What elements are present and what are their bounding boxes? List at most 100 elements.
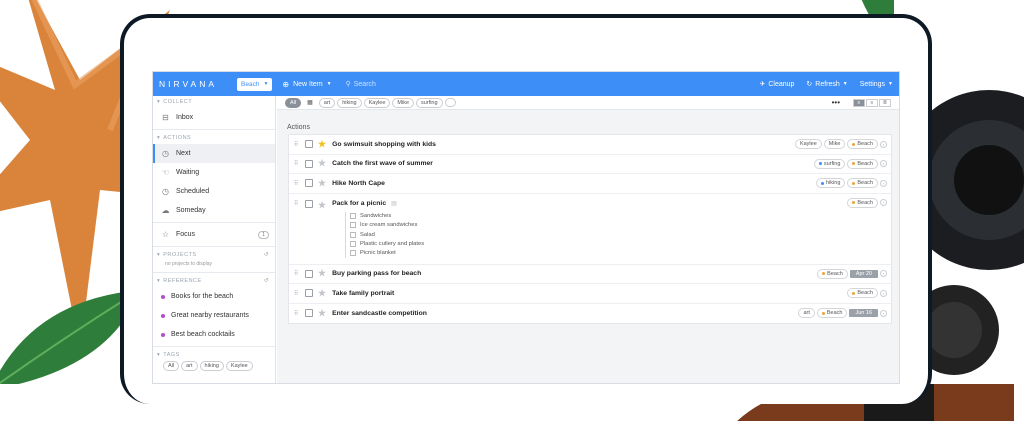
- star-icon[interactable]: ★: [318, 139, 326, 150]
- task-tag[interactable]: art: [798, 308, 815, 319]
- task-area[interactable]: Beach: [847, 139, 878, 150]
- more-options-icon[interactable]: •••: [832, 98, 840, 107]
- star-icon[interactable]: ★: [318, 200, 326, 211]
- task-area[interactable]: Beach: [847, 288, 878, 299]
- drag-handle-icon[interactable]: ⠿: [294, 290, 299, 297]
- task-row[interactable]: ⠿ ★ Buy parking pass for beach Beach Apr…: [289, 265, 891, 284]
- filter-tag[interactable]: Kaylee: [363, 97, 391, 108]
- task-tag[interactable]: hiking: [816, 178, 846, 189]
- task-area[interactable]: Beach: [817, 268, 848, 279]
- task-info-icon[interactable]: ›: [880, 289, 887, 297]
- area-selector[interactable]: Beach ▼: [237, 77, 273, 91]
- checklist-checkbox[interactable]: [350, 241, 356, 248]
- checklist-checkbox[interactable]: [350, 250, 356, 257]
- sidebar-item-someday[interactable]: ☁ Someday: [153, 201, 275, 220]
- filter-tag[interactable]: art: [318, 97, 336, 108]
- star-icon[interactable]: ★: [318, 308, 326, 319]
- task-info-icon[interactable]: ›: [880, 179, 887, 187]
- reload-icon[interactable]: ↺: [264, 252, 269, 258]
- sidebar-tag[interactable]: hiking: [199, 361, 224, 371]
- drag-handle-icon[interactable]: ⠿: [294, 310, 299, 317]
- view-list-button[interactable]: ≡: [853, 98, 865, 107]
- view-expanded-button[interactable]: ≣: [879, 98, 891, 107]
- task-row[interactable]: ⠿ ★ Enter sandcastle competition art Bea…: [289, 304, 891, 324]
- filter-all[interactable]: All: [285, 97, 302, 108]
- task-checkbox[interactable]: [305, 179, 313, 188]
- view-compact-button[interactable]: ≡: [866, 98, 878, 107]
- task-tag[interactable]: Mike: [823, 139, 846, 150]
- section-header-reference[interactable]: ▾ REFERENCE ↺: [153, 275, 275, 287]
- section-header-collect[interactable]: ▾ COLLECT: [153, 96, 275, 108]
- settings-button[interactable]: Settings ▼: [860, 81, 893, 88]
- task-checkbox[interactable]: [305, 269, 313, 278]
- reload-icon[interactable]: ↺: [264, 278, 269, 284]
- cleanup-button[interactable]: ✈ Cleanup: [759, 80, 794, 89]
- due-date-badge[interactable]: Apr 20: [849, 269, 878, 278]
- task-checkbox[interactable]: [305, 159, 313, 168]
- filter-more-tag[interactable]: [444, 98, 456, 107]
- task-info-icon[interactable]: ›: [880, 270, 887, 278]
- task-title: Take family portrait: [332, 289, 395, 297]
- checklist-checkbox[interactable]: [350, 213, 356, 220]
- task-info-icon[interactable]: ›: [880, 140, 887, 148]
- task-area[interactable]: Beach: [847, 197, 878, 208]
- divider: [153, 222, 275, 223]
- checklist-item[interactable]: Sandwiches: [350, 212, 424, 221]
- filter-tag[interactable]: hiking: [337, 97, 362, 108]
- task-checkbox[interactable]: [305, 140, 313, 149]
- task-checkbox[interactable]: [305, 309, 313, 318]
- task-tag[interactable]: surfing: [813, 158, 846, 169]
- task-row[interactable]: ⠿ ★ Take family portrait Beach ›: [289, 284, 891, 304]
- section-header-projects[interactable]: ▾ PROJECTS ↺: [153, 249, 275, 261]
- checklist-checkbox[interactable]: [350, 231, 356, 238]
- task-info-icon[interactable]: ›: [880, 309, 887, 317]
- filter-tag[interactable]: Mike: [392, 97, 415, 108]
- filter-tag[interactable]: surfing: [416, 97, 443, 108]
- sidebar-item-waiting[interactable]: ☜ Waiting: [153, 163, 275, 182]
- task-checkbox[interactable]: [305, 289, 313, 298]
- due-date-badge[interactable]: Jun 16: [849, 309, 878, 318]
- drag-handle-icon[interactable]: ⠿: [294, 160, 299, 167]
- task-row[interactable]: ⠿ ★ Catch the first wave of summer surfi…: [289, 155, 891, 174]
- task-area[interactable]: Beach: [816, 308, 848, 319]
- star-icon[interactable]: ★: [318, 268, 326, 279]
- task-info-icon[interactable]: ›: [880, 160, 887, 168]
- drag-handle-icon[interactable]: ⠿: [294, 200, 299, 207]
- calendar-filter-icon[interactable]: ▦: [303, 98, 317, 107]
- task-area[interactable]: Beach: [847, 158, 878, 169]
- checklist-checkbox[interactable]: [350, 222, 356, 229]
- search-input[interactable]: ⚲ Search: [346, 80, 376, 89]
- task-tag[interactable]: Kaylee: [794, 139, 822, 150]
- sidebar-item-scheduled[interactable]: ◷ Scheduled: [153, 182, 275, 201]
- star-icon[interactable]: ★: [318, 158, 326, 169]
- task-area[interactable]: Beach: [847, 178, 878, 189]
- sidebar-item-reference[interactable]: Best beach cocktails: [153, 325, 275, 344]
- drag-handle-icon[interactable]: ⠿: [294, 141, 299, 148]
- star-icon[interactable]: ★: [318, 178, 326, 189]
- section-header-actions[interactable]: ▾ ACTIONS: [153, 132, 275, 144]
- star-icon[interactable]: ★: [318, 288, 326, 299]
- task-row[interactable]: ⠿ ★ Pack for a picnic ▤ Beach › Sandwich…: [289, 194, 891, 265]
- task-row[interactable]: ⠿ ★ Go swimsuit shopping with kids Kayle…: [289, 135, 891, 155]
- drag-handle-icon[interactable]: ⠿: [294, 180, 299, 187]
- refresh-button[interactable]: ↻ Refresh ▼: [806, 80, 847, 89]
- task-row[interactable]: ⠿ ★ Hike North Cape hiking Beach ›: [289, 174, 891, 194]
- checklist-item[interactable]: Picnic blanket: [350, 249, 424, 258]
- sidebar-tag[interactable]: Kaylee: [225, 361, 253, 371]
- sidebar-item-reference[interactable]: Books for the beach: [153, 287, 275, 306]
- sidebar-item-focus[interactable]: ☆ Focus 1: [153, 225, 275, 244]
- checklist-item[interactable]: Salad: [350, 230, 424, 239]
- task-info-icon[interactable]: ›: [880, 199, 887, 206]
- sidebar-item-next[interactable]: ◷ Next: [153, 144, 275, 163]
- checklist-item[interactable]: Ice cream sandwiches: [350, 221, 424, 230]
- sidebar-tag[interactable]: art: [181, 361, 198, 371]
- drag-handle-icon[interactable]: ⠿: [294, 270, 299, 277]
- checklist-item[interactable]: Plastic cutlery and plates: [350, 239, 424, 248]
- section-header-tags[interactable]: ▾ TAGS: [153, 349, 275, 361]
- sidebar-item-reference[interactable]: Great nearby restaurants: [153, 306, 275, 325]
- sidebar-tag[interactable]: All: [163, 361, 180, 371]
- task-checkbox[interactable]: [305, 199, 313, 208]
- sidebar-item-inbox[interactable]: ⊟ Inbox: [153, 108, 275, 127]
- new-item-button[interactable]: ⊕ New Item ▼: [282, 80, 331, 89]
- sidebar-item-label: Focus: [176, 231, 196, 238]
